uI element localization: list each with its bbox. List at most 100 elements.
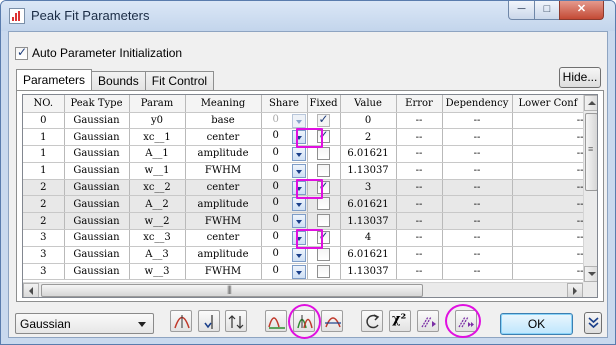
cell-error[interactable]: -- [396, 128, 443, 147]
minimize-button[interactable]: ─ [508, 1, 535, 20]
scroll-down-icon[interactable] [584, 266, 597, 282]
fixed-checkbox[interactable] [316, 230, 330, 245]
cell-no[interactable]: 3 [23, 263, 65, 281]
function-select[interactable]: Gaussian [15, 313, 154, 334]
table-row[interactable]: 2Gaussianxc__2center03------ [23, 179, 585, 197]
share-dropdown-icon[interactable] [291, 113, 306, 128]
cell-no[interactable]: 2 [23, 195, 65, 214]
cell-lower-conf[interactable]: -- [512, 128, 585, 147]
cell-fixed[interactable] [307, 179, 341, 197]
cell-dependency[interactable]: -- [442, 195, 513, 214]
cell-error[interactable]: -- [396, 212, 443, 231]
peak-sort-button[interactable] [225, 310, 247, 332]
share-dropdown-icon[interactable] [291, 180, 306, 195]
share-dropdown-icon[interactable] [291, 214, 306, 229]
share-dropdown-icon[interactable] [291, 231, 306, 246]
cell-share[interactable]: 0 [261, 246, 308, 264]
table-row[interactable]: 1 Gaussian w__1 FWHM 0 1.13037 -- -- -- [23, 162, 585, 180]
cell-share[interactable]: 0 [261, 212, 308, 231]
title-bar[interactable]: Peak Fit Parameters ─ □ ✕ [1, 1, 615, 31]
expand-button[interactable] [584, 312, 602, 334]
cell-param[interactable]: xc__3 [129, 229, 186, 247]
cell-value[interactable]: 3 [340, 179, 397, 197]
cell-param[interactable]: A__2 [129, 195, 186, 214]
cell-param[interactable]: A__1 [129, 145, 186, 163]
cell-lower-conf[interactable]: -- [512, 195, 585, 214]
ok-button[interactable]: OK [500, 313, 573, 335]
cell-param[interactable]: xc__2 [129, 179, 186, 197]
cell-fixed[interactable] [307, 212, 341, 231]
vertical-scroll-thumb[interactable] [585, 113, 597, 191]
table-row[interactable]: 1 Gaussian A__1 amplitude 0 6.01621 -- -- -- [23, 145, 585, 163]
cell-dependency[interactable]: -- [442, 128, 513, 147]
cell-peak-type[interactable]: Gaussian [64, 112, 130, 130]
cell-lower-conf[interactable]: -- [512, 145, 585, 163]
fixed-checkbox[interactable] [316, 264, 330, 278]
cell-value[interactable]: 1.13037 [340, 162, 397, 180]
cell-meaning[interactable]: FWHM [185, 212, 262, 231]
cell-value[interactable]: 6.01621 [340, 145, 397, 163]
peak-add-button[interactable] [170, 310, 192, 332]
cell-fixed[interactable] [307, 263, 341, 281]
horizontal-scrollbar[interactable] [23, 282, 583, 297]
cell-fixed[interactable] [307, 162, 341, 180]
cell-param[interactable]: w__2 [129, 212, 186, 231]
cell-peak-type[interactable]: Gaussian [64, 162, 130, 180]
cell-share[interactable]: 0 [261, 195, 308, 214]
cell-lower-conf[interactable]: -- [512, 162, 585, 180]
cell-fixed[interactable] [307, 112, 341, 130]
cell-dependency[interactable]: -- [442, 162, 513, 180]
cell-dependency[interactable]: -- [442, 229, 513, 247]
table-row[interactable]: 1Gaussianxc__1center02------ [23, 128, 585, 147]
cell-meaning[interactable]: FWHM [185, 263, 262, 281]
cell-peak-type[interactable]: Gaussian [64, 263, 130, 281]
reset-button[interactable] [361, 310, 383, 332]
col-dependency[interactable]: Dependency [442, 95, 513, 113]
cell-value[interactable]: 1.13037 [340, 263, 397, 281]
cell-share[interactable]: 0 [261, 263, 308, 281]
cell-param[interactable]: w__3 [129, 263, 186, 281]
fixed-checkbox[interactable] [316, 214, 330, 228]
cell-error[interactable]: -- [396, 179, 443, 197]
cell-error[interactable]: -- [396, 246, 443, 264]
scroll-right-icon[interactable] [567, 283, 583, 297]
cell-dependency[interactable]: -- [442, 246, 513, 264]
fixed-checkbox[interactable] [316, 247, 330, 261]
close-button[interactable]: ✕ [559, 1, 604, 20]
cell-value[interactable]: 0 [340, 112, 397, 130]
cell-dependency[interactable]: -- [442, 212, 513, 231]
col-meaning[interactable]: Meaning [185, 95, 262, 113]
cell-dependency[interactable]: -- [442, 145, 513, 163]
scroll-up-icon[interactable] [584, 95, 597, 111]
cell-meaning[interactable]: FWHM [185, 162, 262, 180]
col-fixed[interactable]: Fixed [307, 95, 341, 113]
share-dropdown-icon[interactable] [291, 247, 306, 262]
tab-bounds[interactable]: Bounds [91, 71, 146, 90]
share-dropdown-icon[interactable] [291, 163, 306, 178]
cell-meaning[interactable]: amplitude [185, 195, 262, 214]
cell-lower-conf[interactable]: -- [512, 112, 585, 130]
cell-peak-type[interactable]: Gaussian [64, 246, 130, 264]
cell-peak-type[interactable]: Gaussian [64, 145, 130, 163]
cell-share[interactable]: 0 [261, 229, 308, 247]
cell-value[interactable]: 6.01621 [340, 195, 397, 214]
cell-dependency[interactable]: -- [442, 263, 513, 281]
cell-param[interactable]: xc__1 [129, 128, 186, 147]
cell-no[interactable]: 3 [23, 246, 65, 264]
col-error[interactable]: Error [396, 95, 443, 113]
cell-peak-type[interactable]: Gaussian [64, 195, 130, 214]
cell-value[interactable]: 1.13037 [340, 212, 397, 231]
table-row[interactable]: 3Gaussianxc__3center04------ [23, 229, 585, 247]
horizontal-scroll-thumb[interactable] [41, 284, 423, 297]
tab-fit-control[interactable]: Fit Control [144, 71, 215, 90]
cell-no[interactable]: 1 [23, 145, 65, 163]
fixed-checkbox[interactable] [316, 147, 330, 161]
cell-error[interactable]: -- [396, 145, 443, 163]
cell-peak-type[interactable]: Gaussian [64, 128, 130, 147]
hide-button[interactable]: Hide... [559, 67, 601, 88]
auto-init-checkbox-row[interactable]: Auto Parameter Initialization [15, 45, 182, 60]
vertical-scrollbar[interactable] [583, 95, 597, 282]
table-row[interactable]: 3 Gaussian A__3 amplitude 0 6.01621 -- -- -- [23, 246, 585, 264]
cell-value[interactable]: 6.01621 [340, 246, 397, 264]
fix-center-button[interactable] [293, 310, 315, 332]
